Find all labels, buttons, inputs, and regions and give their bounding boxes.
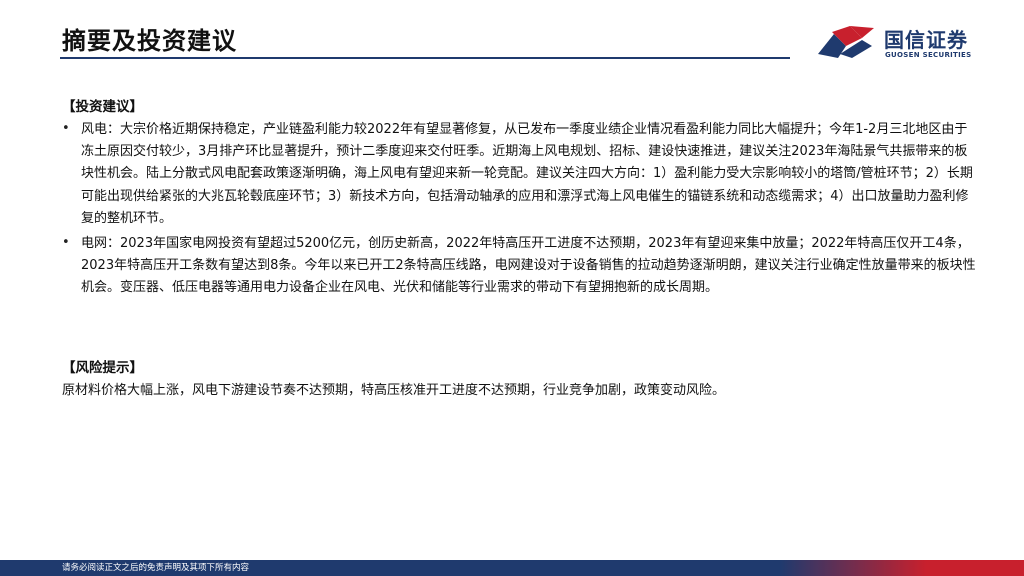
investment-heading: 【投资建议】 [62,99,143,115]
footer-disclaimer: 请务必阅读正文之后的免责声明及其项下所有内容 [62,563,250,573]
guosen-logo-icon [818,26,874,58]
bullet-icon: • [62,121,70,136]
title-underline [60,57,790,59]
investment-item-grid: 电网：2023年国家电网投资有望超过5200亿元，创历史新高，2022年特高压开… [81,236,976,296]
risk-text: 原材料价格大幅上涨，风电下游建设节奏不达预期，特高压核准开工进度不达预期，行业竞… [62,383,726,398]
page-title: 摘要及投资建议 [62,27,237,55]
investment-item-wind: 风电：大宗价格近期保持稳定，产业链盈利能力较2022年有望显著修复，从已发布一季… [81,122,973,226]
brand-name-en: GUOSEN SECURITIES [885,51,972,59]
risk-heading: 【风险提示】 [62,360,143,376]
bullet-icon: • [62,235,70,250]
footer-accent [780,560,1024,576]
brand-name-cn: 国信证券 [884,28,968,52]
